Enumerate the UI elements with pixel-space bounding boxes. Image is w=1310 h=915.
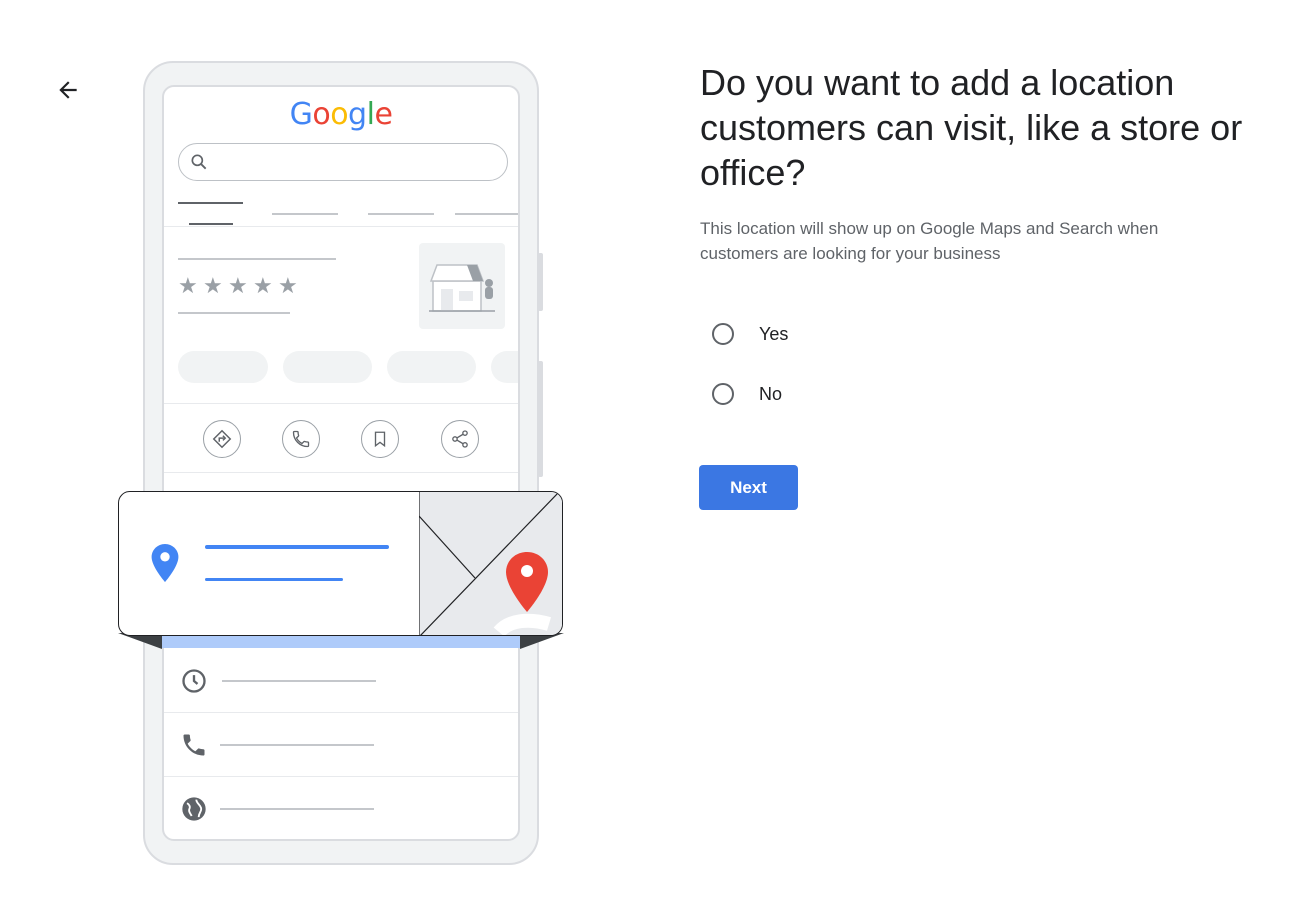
option-yes-label: Yes: [759, 323, 789, 344]
logo-letter: G: [289, 97, 313, 132]
star-icon: ★: [278, 274, 298, 299]
page-title: Do you want to add a location customers …: [700, 62, 1243, 193]
hours-line: [222, 680, 376, 682]
website-line: [220, 808, 374, 810]
business-name-line: [178, 258, 336, 260]
arrow-left-icon: [59, 81, 77, 99]
address-line: [205, 545, 389, 549]
tab-active-indicator: [189, 223, 233, 225]
option-no[interactable]: No: [712, 383, 782, 405]
logo-letter: g: [348, 97, 367, 132]
location-pin-icon: [151, 544, 179, 582]
phone-line: [220, 744, 374, 746]
map-thumbnail: [419, 492, 562, 635]
category-line: [178, 312, 290, 314]
star-icon: ★: [178, 274, 198, 299]
divider: [164, 226, 518, 227]
divider: [164, 776, 518, 777]
divider: [164, 472, 518, 473]
globe-icon: [182, 797, 206, 821]
business-profile-illustration: Google ★ ★ ★ ★ ★: [110, 55, 580, 875]
divider: [164, 712, 518, 713]
star-icon: ★: [253, 274, 273, 299]
phone-side-button: [538, 361, 543, 477]
save-action: [361, 420, 399, 458]
storefront-icon: [429, 264, 495, 312]
phone-icon: [292, 430, 310, 448]
search-box-illustration: [178, 143, 508, 181]
back-button[interactable]: [50, 72, 86, 108]
chip-placeholder: [283, 351, 372, 383]
radio-button-yes[interactable]: [712, 323, 734, 345]
logo-letter: o: [330, 97, 349, 132]
call-action: [282, 420, 320, 458]
highlight-strip: [162, 635, 520, 648]
chip-placeholder: [178, 351, 268, 383]
phone-screen: Google ★ ★ ★ ★ ★: [162, 85, 520, 841]
tab-line: [455, 213, 518, 215]
option-yes[interactable]: Yes: [712, 323, 788, 345]
star-icon: ★: [203, 274, 223, 299]
address-line: [205, 578, 343, 581]
search-icon: [191, 154, 207, 170]
share-action: [441, 420, 479, 458]
storefront-thumbnail: [419, 243, 505, 329]
next-button[interactable]: Next: [699, 465, 798, 510]
chip-placeholder: [491, 351, 518, 383]
bookmark-icon: [374, 431, 386, 448]
page-subtitle: This location will show up on Google Map…: [700, 219, 1159, 263]
divider: [164, 403, 518, 404]
star-icon: ★: [228, 274, 248, 299]
option-no-label: No: [759, 383, 783, 404]
phone-icon: [183, 734, 205, 756]
share-icon: [452, 430, 468, 448]
logo-letter: l: [366, 97, 375, 132]
logo-letter: e: [374, 97, 393, 132]
tab-line: [368, 213, 434, 215]
google-logo: Google: [164, 97, 518, 132]
directions-action: [203, 420, 241, 458]
tab-line: [178, 202, 243, 204]
radio-button-no[interactable]: [712, 383, 734, 405]
clock-icon: [182, 669, 206, 693]
tab-line: [272, 213, 338, 215]
directions-icon: [212, 429, 232, 449]
location-callout-card: [118, 491, 563, 636]
phone-side-button: [538, 253, 543, 311]
logo-letter: o: [312, 97, 331, 132]
chip-placeholder: [387, 351, 476, 383]
